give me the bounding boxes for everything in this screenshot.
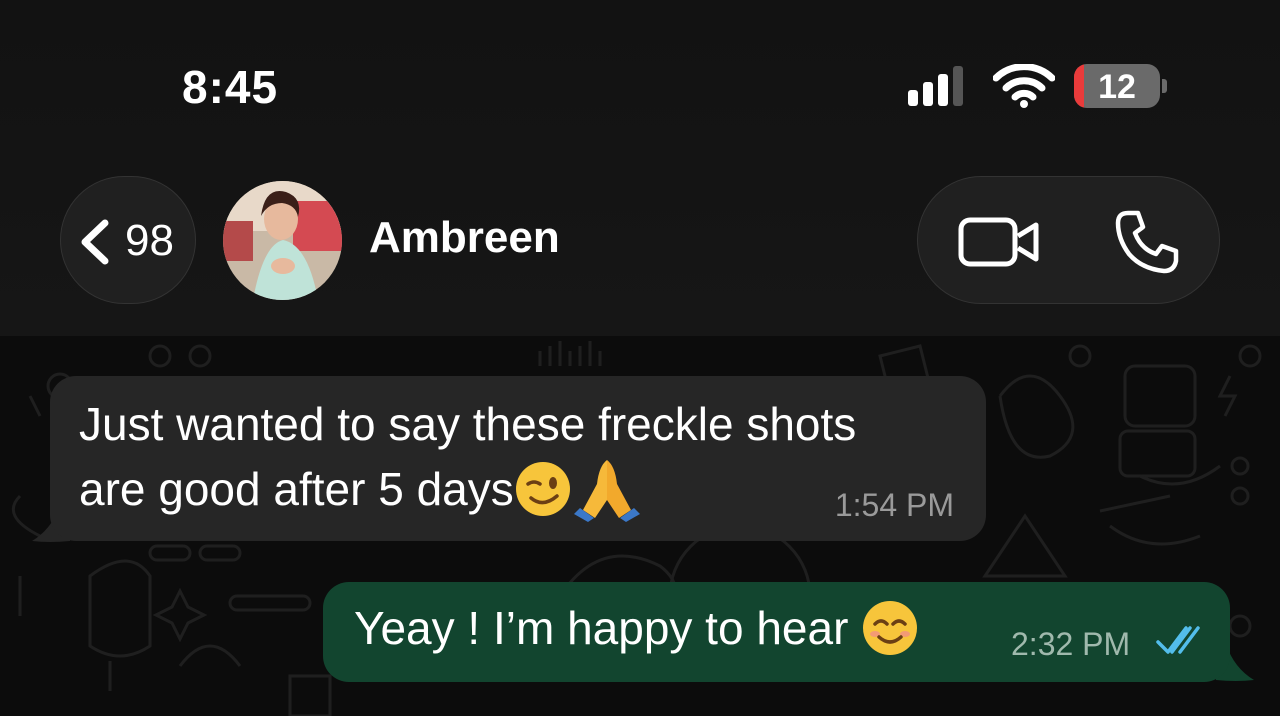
message-line-text: are good after 5 days <box>79 463 514 515</box>
outgoing-message[interactable]: Yeay ! I’m happy to hear 2:32 PM <box>323 582 1230 682</box>
cellular-signal-icon <box>908 66 963 106</box>
unread-count: 98 <box>125 216 174 265</box>
winking-face-emoji <box>515 461 570 516</box>
contact-photo <box>223 181 342 300</box>
message-line: Just wanted to say these freckle shots <box>79 398 857 450</box>
call-actions <box>917 176 1220 304</box>
back-button[interactable]: 98 <box>60 176 196 304</box>
battery-tip <box>1162 79 1167 93</box>
chevron-left-icon <box>81 219 109 265</box>
wifi-icon <box>993 64 1055 108</box>
folded-hands-emoji <box>573 459 640 522</box>
battery-icon: 12 <box>1074 64 1160 108</box>
message-timestamp: 2:32 PM <box>1011 626 1131 662</box>
avatar[interactable] <box>223 181 342 300</box>
incoming-message[interactable]: Just wanted to say these freckle shots a… <box>50 376 986 541</box>
contact-name[interactable]: Ambreen <box>369 213 560 263</box>
battery-level: 12 <box>1098 68 1136 106</box>
outgoing-message-text: Yeay ! I’m happy to hear <box>354 602 862 654</box>
video-call-icon[interactable] <box>958 215 1040 269</box>
read-double-check-icon <box>1156 626 1200 654</box>
status-time: 8:45 <box>182 61 279 113</box>
message-timestamp: 1:54 PM <box>834 487 954 523</box>
smiling-face-emoji <box>863 600 918 655</box>
phone-call-icon[interactable] <box>1114 209 1180 275</box>
